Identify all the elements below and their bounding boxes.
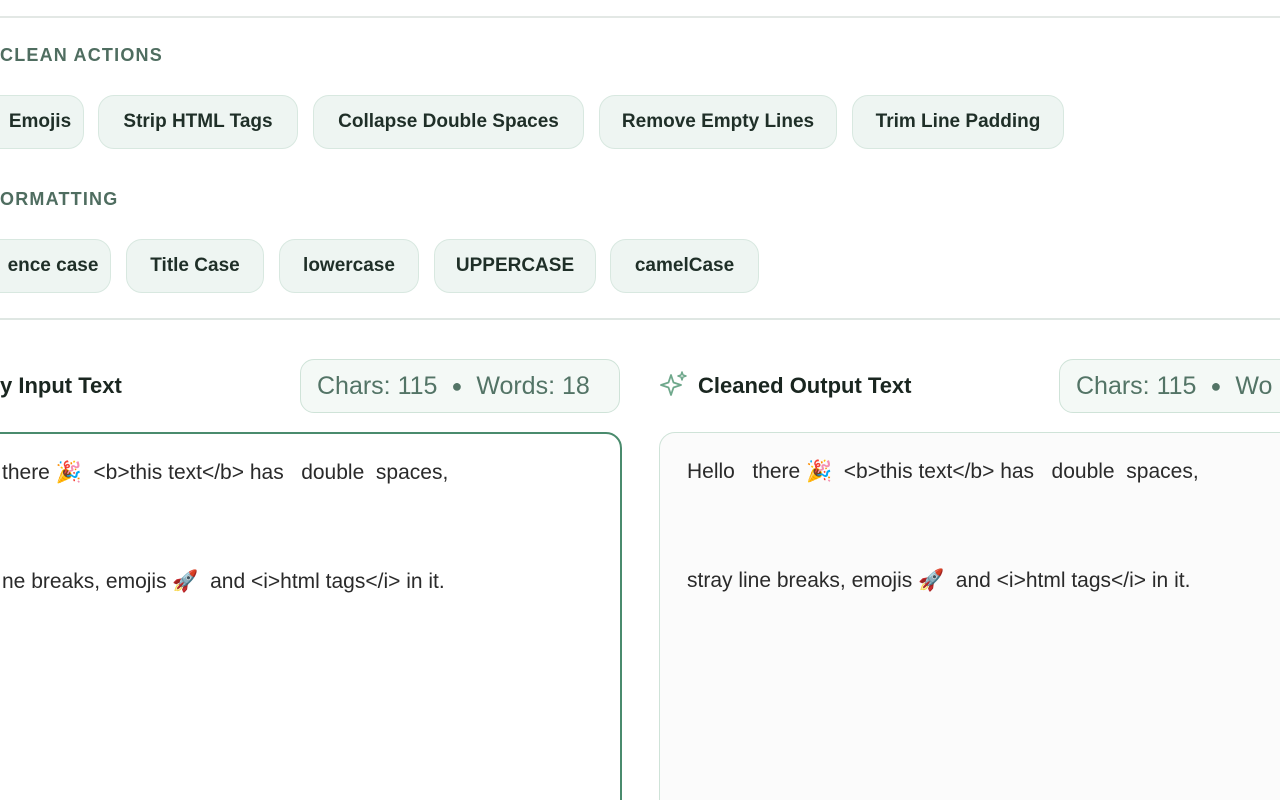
input-stats-badge: Chars: 115 ● Words: 18 xyxy=(300,359,620,413)
sentence-case-button[interactable]: ence case xyxy=(0,239,111,293)
text-cleaner-app: CLEAN ACTIONS Emojis Strip HTML Tags Col… xyxy=(0,0,1280,800)
sparkle-icon xyxy=(660,371,687,396)
output-word-count: Wo xyxy=(1235,371,1273,400)
rocket-emoji: 🚀 xyxy=(172,570,199,593)
trim-line-padding-button[interactable]: Trim Line Padding xyxy=(852,95,1064,149)
clean-actions-title: CLEAN ACTIONS xyxy=(0,45,163,65)
output-char-count: Chars: 115 xyxy=(1076,371,1197,400)
input-word-count: Words: 18 xyxy=(476,371,590,400)
lowercase-button[interactable]: lowercase xyxy=(279,239,419,293)
formatting-title: ORMATTING xyxy=(0,189,119,209)
remove-empty-lines-button[interactable]: Remove Empty Lines xyxy=(599,95,837,149)
strip-html-tags-button[interactable]: Strip HTML Tags xyxy=(98,95,298,149)
output-textarea[interactable]: Hello there 🎉 <b>this text</b> has doubl… xyxy=(659,432,1280,800)
input-line-2: ne breaks, emojis 🚀 and <i>html tags</i>… xyxy=(2,570,445,593)
title-case-button[interactable]: Title Case xyxy=(126,239,264,293)
party-popper-emoji: 🎉 xyxy=(806,460,833,483)
collapse-double-spaces-button[interactable]: Collapse Double Spaces xyxy=(313,95,584,149)
party-popper-emoji: 🎉 xyxy=(55,461,82,484)
input-char-count: Chars: 115 xyxy=(317,371,438,400)
output-panel-title: Cleaned Output Text xyxy=(698,373,912,398)
input-textarea[interactable]: there 🎉 <b>this text</b> has double spac… xyxy=(0,432,622,800)
remove-emojis-button[interactable]: Emojis xyxy=(0,95,84,149)
uppercase-button[interactable]: UPPERCASE xyxy=(434,239,596,293)
output-line-2: stray line breaks, emojis 🚀 and <i>html … xyxy=(687,569,1191,592)
camelcase-button[interactable]: camelCase xyxy=(610,239,759,293)
separator-dot: ● xyxy=(1210,375,1222,396)
output-line-1: Hello there 🎉 <b>this text</b> has doubl… xyxy=(687,460,1199,483)
input-line-1: there 🎉 <b>this text</b> has double spac… xyxy=(2,461,449,484)
output-stats-badge: Chars: 115 ● Wo xyxy=(1059,359,1280,413)
rocket-emoji: 🚀 xyxy=(918,569,945,592)
separator-dot: ● xyxy=(451,375,463,396)
input-panel-title: y Input Text xyxy=(0,373,122,398)
